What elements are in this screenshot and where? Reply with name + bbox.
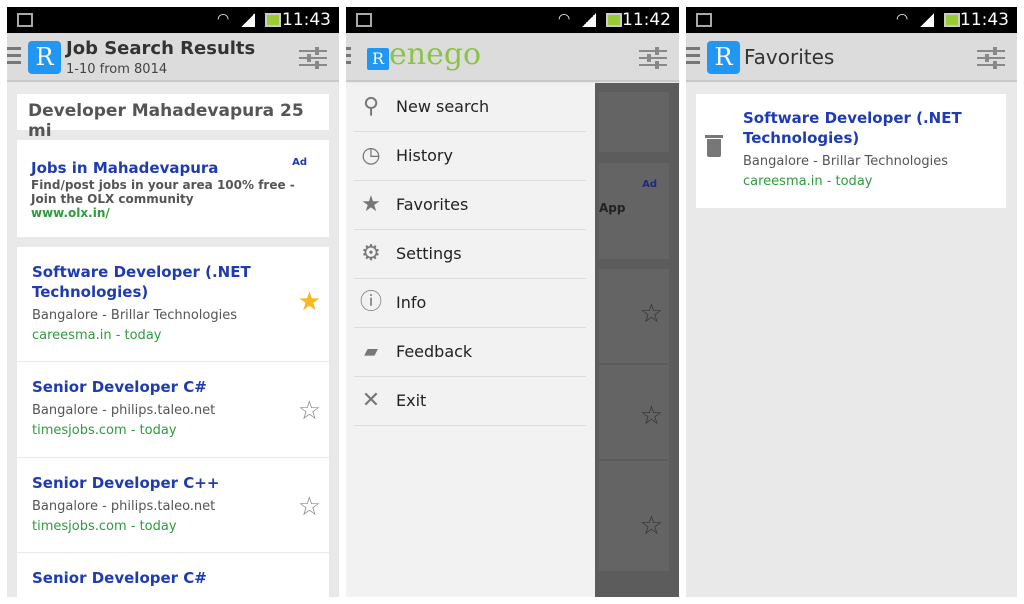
clock: 11:42: [622, 10, 671, 30]
job-title[interactable]: Senior Developer C++: [32, 473, 314, 493]
ad-card[interactable]: Jobs in Mahadevapura Find/post jobs in y…: [17, 140, 329, 237]
job-card[interactable]: Senior Developer C# Bangalore - philips.…: [17, 362, 329, 457]
job-source: timesjobs.com - today: [32, 519, 177, 534]
menu-label: New search: [396, 97, 490, 116]
job-title[interactable]: Senior Developer C#: [32, 377, 314, 397]
battery-icon: [606, 13, 622, 27]
job-location: Bangalore - Brillar Technologies: [32, 308, 237, 323]
favorite-card[interactable]: Software Developer (.NET Technologies) B…: [696, 94, 1006, 208]
chat-icon: ▰: [364, 341, 378, 362]
menu-item-history[interactable]: ◷ History: [354, 132, 586, 181]
job-title[interactable]: Senior Developer C#: [32, 568, 314, 588]
menu-item-settings[interactable]: ⚙ Settings: [354, 230, 586, 279]
job-card[interactable]: Senior Developer C#: [17, 553, 329, 597]
clock: 11:43: [282, 10, 331, 30]
search-icon: ⚲: [362, 94, 380, 119]
menu-item-new-search[interactable]: ⚲ New search: [354, 83, 586, 132]
app-logo[interactable]: R: [367, 48, 389, 70]
filter-icon[interactable]: [639, 47, 667, 69]
signal-icon: [241, 13, 255, 27]
image-icon: [17, 13, 33, 27]
star-filled-icon[interactable]: ★: [298, 287, 321, 317]
job-location: Bangalore - philips.taleo.net: [32, 403, 216, 418]
ad-title[interactable]: Jobs in Mahadevapura: [31, 158, 315, 178]
star-icon: ★: [361, 192, 381, 217]
job-card[interactable]: Software Developer (.NET Technologies) B…: [17, 247, 329, 361]
wifi-icon: ◠: [217, 11, 230, 27]
wifi-icon: ◠: [896, 11, 909, 27]
battery-icon: [265, 13, 281, 27]
menu-label: History: [396, 146, 453, 165]
filter-icon[interactable]: [299, 47, 327, 69]
app-logo[interactable]: R: [707, 41, 740, 74]
menu-item-info[interactable]: ⓘ Info: [354, 279, 586, 328]
signal-icon: [920, 13, 934, 27]
ad-url[interactable]: www.olx.in/: [31, 206, 315, 220]
menu-label: Feedback: [396, 342, 473, 361]
job-card[interactable]: Senior Developer C++ Bangalore - philips…: [17, 458, 329, 552]
app-logo[interactable]: R: [28, 41, 61, 74]
battery-icon: [944, 13, 960, 27]
app-bar: R Job Search Results 1-10 from 8014: [7, 33, 339, 82]
star-outline-icon[interactable]: ☆: [640, 511, 663, 541]
ad-text: Find/post jobs in your area 100% free - …: [31, 178, 295, 206]
menu-item-feedback[interactable]: ▰ Feedback: [354, 328, 586, 377]
clock: 11:43: [960, 10, 1009, 30]
trash-lid: [705, 135, 723, 138]
ad-badge: Ad: [292, 157, 307, 168]
filter-icon[interactable]: [977, 47, 1005, 69]
image-icon: [696, 13, 712, 27]
close-icon: ✕: [361, 388, 381, 413]
status-bar: ◠ 11:43: [7, 7, 339, 33]
ad-badge: Ad: [642, 179, 657, 190]
dimmed-content[interactable]: Ad App ☆ ☆ ☆: [595, 83, 679, 597]
menu-label: Favorites: [396, 195, 469, 214]
job-source: careesma.in - today: [743, 174, 873, 189]
navigation-drawer: ⚲ New search ◷ History ★ Favorites ⚙ Setting…: [346, 83, 595, 597]
menu-label: Info: [396, 293, 427, 312]
app-bar: R enego: [346, 33, 679, 82]
menu-label: Settings: [396, 244, 462, 263]
result-count: 1-10 from 8014: [66, 62, 168, 77]
image-icon: [356, 13, 372, 27]
overlay-text: App: [599, 201, 626, 215]
search-query-box[interactable]: Developer Mahadevapura 25 mi: [17, 94, 329, 141]
signal-icon: [582, 13, 596, 27]
job-location: Bangalore - Brillar Technologies: [743, 154, 948, 169]
page-title: Job Search Results: [66, 38, 256, 59]
menu-icon[interactable]: [346, 47, 351, 68]
job-location: Bangalore - philips.taleo.net: [32, 499, 216, 514]
menu-item-favorites[interactable]: ★ Favorites: [354, 181, 586, 230]
screen-drawer: ◠ 11:42 R enego Ad App ☆ ☆ ☆ ⚲ New search…: [346, 7, 679, 597]
job-title[interactable]: Software Developer (.NET Technologies): [743, 108, 992, 148]
menu-icon[interactable]: [7, 47, 21, 68]
screen-favorites: ◠ 11:43 R Favorites Software Developer (…: [686, 7, 1017, 597]
trash-icon[interactable]: [707, 139, 721, 157]
job-source: timesjobs.com - today: [32, 423, 177, 438]
job-source: careesma.in - today: [32, 328, 162, 343]
star-outline-icon[interactable]: ☆: [298, 396, 321, 426]
info-icon: ⓘ: [359, 290, 382, 315]
menu-icon[interactable]: [686, 47, 700, 68]
star-outline-icon[interactable]: ☆: [640, 401, 663, 431]
gear-icon: ⚙: [361, 241, 381, 266]
screen-job-results: ◠ 11:43 R Job Search Results 1-10 from 8…: [7, 7, 339, 597]
menu-item-exit[interactable]: ✕ Exit: [354, 377, 586, 426]
brand-name: enego: [389, 37, 482, 72]
star-outline-icon[interactable]: ☆: [298, 492, 321, 522]
app-bar: R Favorites: [686, 33, 1017, 82]
page-title: Favorites: [744, 45, 835, 69]
job-title[interactable]: Software Developer (.NET Technologies): [32, 262, 252, 302]
status-bar: ◠ 11:43: [686, 7, 1017, 33]
menu-label: Exit: [396, 391, 427, 410]
clock-icon: ◷: [361, 143, 381, 168]
status-bar: ◠ 11:42: [346, 7, 679, 33]
wifi-icon: ◠: [558, 11, 571, 27]
star-outline-icon[interactable]: ☆: [640, 299, 663, 329]
